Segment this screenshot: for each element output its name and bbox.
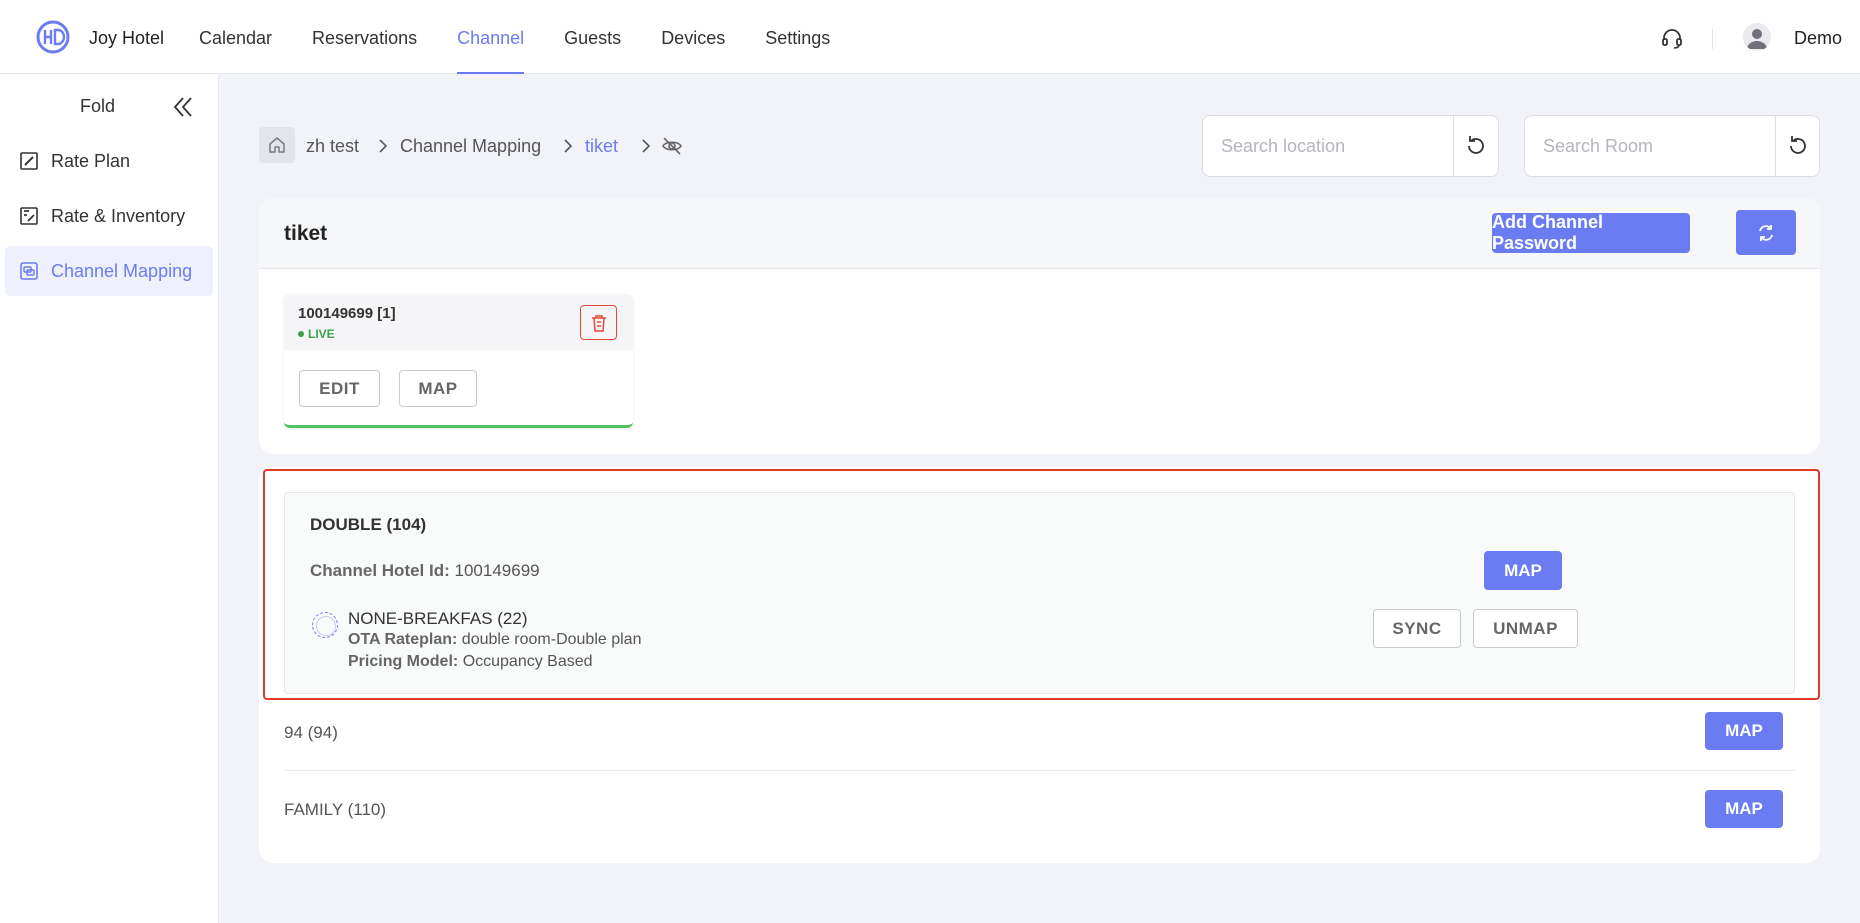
sidebar-item-rate-plan[interactable]: Rate Plan (5, 136, 213, 186)
sidebar-item-label: Rate Plan (51, 150, 131, 171)
rate-inventory-icon (20, 207, 38, 225)
search-room-box (1524, 115, 1820, 177)
hotel-logo-icon[interactable] (36, 20, 70, 54)
header-divider (1712, 29, 1713, 49)
nav-guests[interactable]: Guests (564, 0, 621, 74)
breadcrumb-zh-test[interactable]: zh test (306, 136, 359, 157)
user-name[interactable]: Demo (1794, 28, 1842, 49)
nav-calendar[interactable]: Calendar (199, 0, 272, 74)
channel-card-header: tiket Add Channel Password (259, 198, 1820, 269)
nav-devices[interactable]: Devices (661, 0, 725, 74)
edit-button[interactable]: EDIT (299, 370, 380, 407)
property-card-header: 100149699 [1] LIVE (284, 294, 633, 350)
hotel-id-key: Channel Hotel Id: (310, 561, 450, 580)
map-room-button[interactable]: MAP (1484, 551, 1562, 590)
map-room-family-button[interactable]: MAP (1705, 790, 1783, 828)
reset-location-button[interactable] (1453, 116, 1498, 176)
sidebar: Fold Rate Plan Rate & Inventory Channel … (0, 74, 219, 923)
chevron-right-icon (379, 139, 388, 153)
reset-icon (1468, 136, 1484, 154)
channel-property-card: 100149699 [1] LIVE EDIT MAP (284, 294, 633, 428)
reset-room-button[interactable] (1775, 116, 1819, 176)
hotel-id-value: 100149699 (454, 561, 540, 580)
nav-channel[interactable]: Channel (457, 0, 525, 74)
fold-label[interactable]: Fold (80, 96, 115, 117)
home-icon (269, 137, 285, 153)
ota-rateplan-value: double room-Double plan (461, 631, 642, 648)
trash-icon (591, 314, 606, 332)
ota-rateplan: OTA Rateplan: double room-Double plan (348, 631, 641, 649)
headset-icon[interactable] (1660, 26, 1684, 50)
rate-plan-name: NONE-BREAKFAS (22) (348, 609, 528, 628)
search-location-box (1202, 115, 1499, 177)
channel-card: tiket Add Channel Password 100149699 [1]… (259, 198, 1820, 454)
avatar[interactable] (1743, 23, 1771, 51)
nav-settings[interactable]: Settings (765, 0, 830, 74)
map-room-94-button[interactable]: MAP (1705, 712, 1783, 750)
unmap-button[interactable]: UNMAP (1473, 609, 1578, 648)
rooms-card: DOUBLE (104) Channel Hotel Id: 100149699… (259, 467, 1820, 863)
user-icon (1747, 29, 1767, 49)
double-chevron-left-icon[interactable] (170, 94, 196, 120)
status-badge: LIVE (298, 327, 335, 341)
pricing-model-key: Pricing Model: (348, 653, 459, 670)
eye-off-icon[interactable] (661, 136, 683, 156)
top-nav-bar: Joy Hotel Calendar Reservations Channel … (0, 0, 1860, 74)
rate-plan-icon (20, 152, 38, 170)
room-block-double: DOUBLE (104) Channel Hotel Id: 100149699… (284, 492, 1795, 694)
nav-reservations[interactable]: Reservations (312, 0, 417, 74)
sidebar-item-label: Channel Mapping (51, 260, 193, 281)
rate-status-icon (312, 612, 338, 638)
add-channel-password-button[interactable]: Add Channel Password (1492, 212, 1690, 253)
search-location-input[interactable] (1203, 116, 1453, 176)
property-id: 100149699 [1] (298, 305, 396, 322)
pricing-model-value: Occupancy Based (462, 653, 593, 670)
brand-name[interactable]: Joy Hotel (89, 28, 164, 49)
channel-title: tiket (284, 222, 328, 245)
delete-property-button[interactable] (580, 305, 617, 340)
main-nav: Calendar Reservations Channel Guests Dev… (199, 0, 870, 74)
ota-rateplan-key: OTA Rateplan: (348, 631, 458, 648)
room-title: DOUBLE (104) (310, 515, 427, 534)
sync-button[interactable]: SYNC (1373, 609, 1461, 648)
refresh-button[interactable] (1736, 210, 1796, 255)
breadcrumb-tiket[interactable]: tiket (585, 136, 618, 157)
home-button[interactable] (259, 127, 295, 163)
channel-mapping-icon (20, 262, 38, 280)
chevron-right-icon (564, 139, 573, 153)
sidebar-item-label: Rate & Inventory (51, 205, 186, 226)
channel-hotel-id: Channel Hotel Id: 100149699 (310, 561, 540, 581)
reset-icon (1789, 136, 1806, 154)
sidebar-item-channel-mapping[interactable]: Channel Mapping (5, 246, 213, 296)
refresh-icon (1759, 224, 1773, 241)
sidebar-item-rate-inventory[interactable]: Rate & Inventory (5, 191, 213, 241)
breadcrumb-channel-mapping[interactable]: Channel Mapping (400, 136, 541, 157)
map-property-button[interactable]: MAP (399, 370, 477, 407)
pricing-model: Pricing Model: Occupancy Based (348, 653, 593, 671)
chevron-right-icon (642, 139, 651, 153)
room-row-family: FAMILY (110) (284, 800, 387, 819)
row-divider (284, 770, 1795, 771)
search-room-input[interactable] (1525, 116, 1775, 176)
room-row-94: 94 (94) (284, 723, 338, 742)
